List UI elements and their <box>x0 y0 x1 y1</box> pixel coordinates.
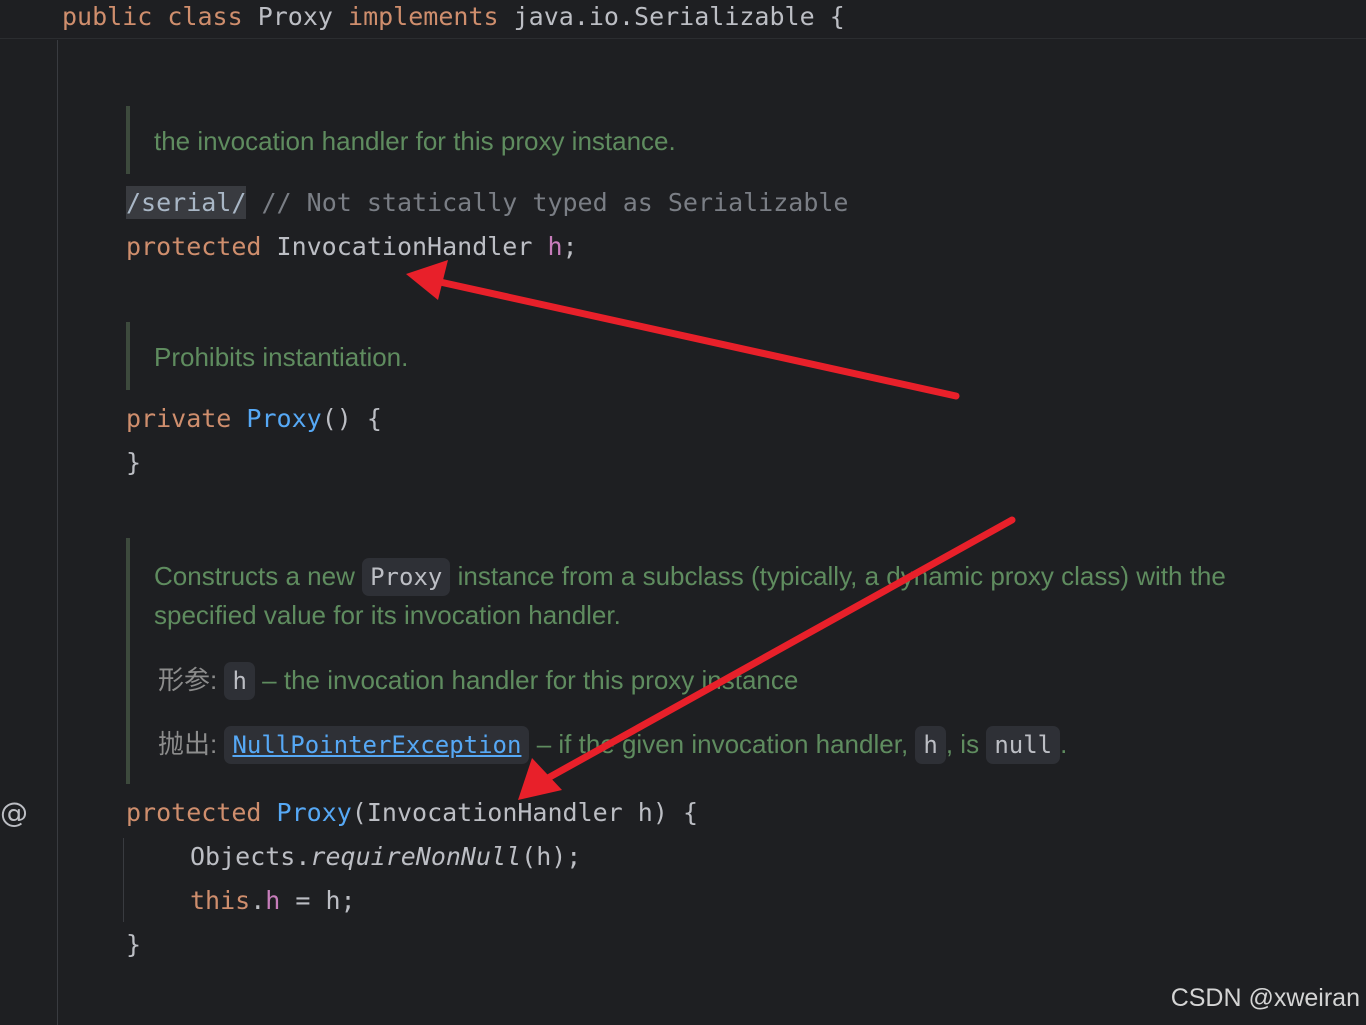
annotation-arrow <box>406 260 960 400</box>
watermark: CSDN @xweiran <box>1170 984 1360 1012</box>
annotation-arrow <box>518 516 1016 800</box>
annotation-overlay <box>406 260 1016 800</box>
